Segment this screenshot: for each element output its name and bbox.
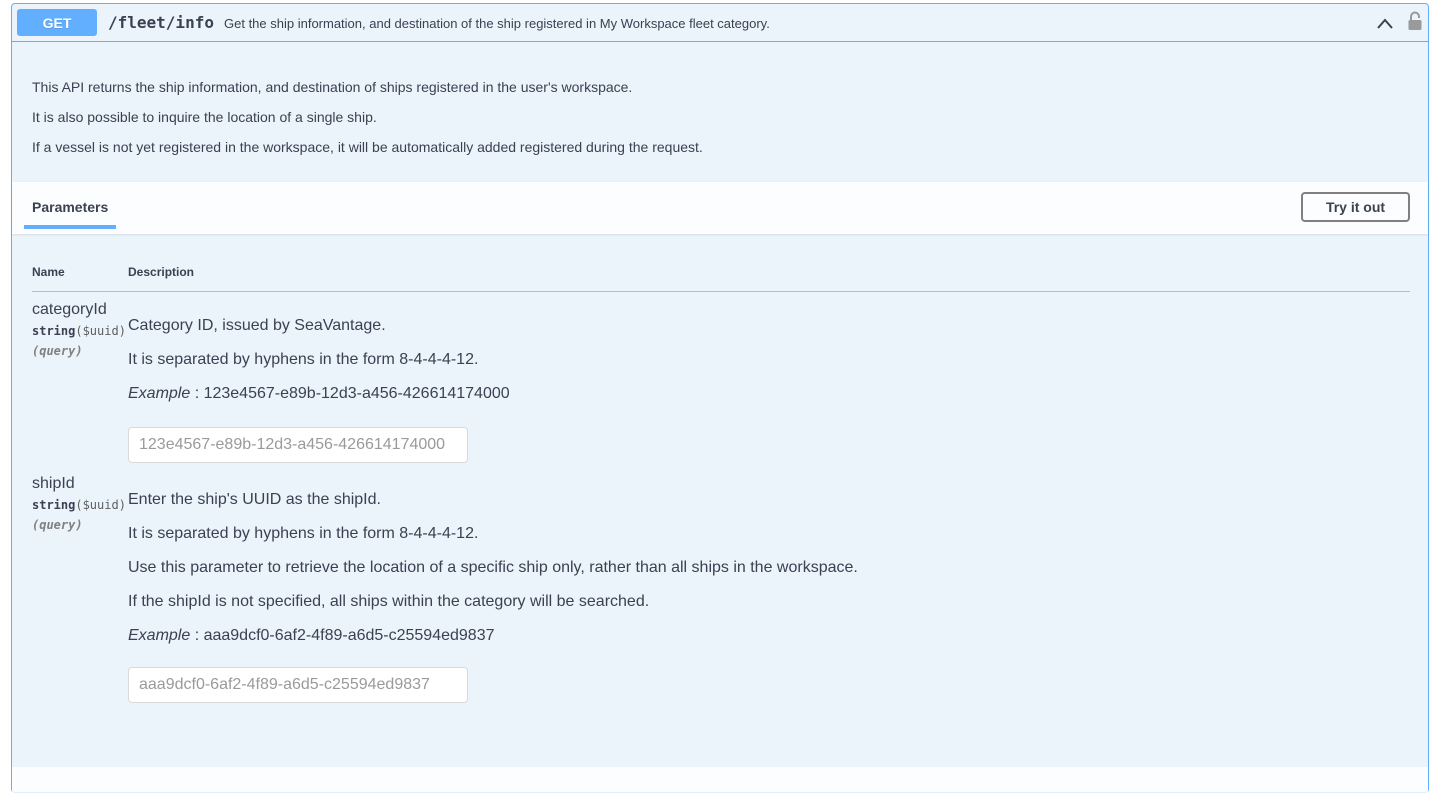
- operation-block: GET /fleet/info Get the ship information…: [11, 3, 1429, 797]
- param-format: ($uuid): [75, 498, 126, 512]
- param-location: (query): [32, 518, 83, 532]
- tab-parameters[interactable]: Parameters: [32, 199, 108, 215]
- parameters-header: Parameters Try it out: [12, 182, 1428, 234]
- param-description-shipid: Enter the ship's UUID as the shipId. It …: [128, 490, 858, 660]
- column-header-name: Name: [32, 265, 65, 279]
- description-line: It is also possible to inquire the locat…: [32, 109, 377, 125]
- responses-section-edge: [12, 767, 1428, 797]
- param-description-categoryid: Category ID, issued by SeaVantage. It is…: [128, 316, 510, 418]
- example-label: Example: [128, 385, 191, 402]
- example-value: : aaa9dcf0-6af2-4f89-a6d5-c25594ed9837: [190, 627, 495, 644]
- param-example: Example : 123e4567-e89b-12d3-a456-426614…: [128, 384, 510, 404]
- param-desc-line: It is separated by hyphens in the form 8…: [128, 351, 479, 368]
- description-line: This API returns the ship information, a…: [32, 79, 633, 95]
- column-header-description: Description: [128, 265, 195, 279]
- param-type: string($uuid): [32, 324, 126, 338]
- param-format: ($uuid): [75, 324, 126, 338]
- param-type-value: string: [32, 498, 76, 512]
- param-desc-line: Enter the ship's UUID as the shipId.: [128, 491, 381, 508]
- categoryid-input[interactable]: [128, 427, 468, 463]
- header-divider: [32, 291, 1410, 292]
- try-it-out-button[interactable]: Try it out: [1301, 192, 1410, 222]
- param-type: string($uuid): [32, 498, 126, 512]
- param-desc-line: Use this parameter to retrieve the locat…: [128, 559, 858, 576]
- param-example: Example : aaa9dcf0-6af2-4f89-a6d5-c25594…: [128, 626, 858, 646]
- operation-description: This API returns the ship information, a…: [32, 72, 703, 162]
- http-method-badge: GET: [17, 9, 97, 36]
- param-location: (query): [32, 344, 83, 358]
- description-line: If a vessel is not yet registered in the…: [32, 139, 703, 155]
- param-desc-line: If the shipId is not specified, all ship…: [128, 593, 650, 610]
- chevron-up-icon[interactable]: [1375, 15, 1395, 31]
- param-name-shipid: shipId: [32, 475, 75, 492]
- operation-summary[interactable]: GET /fleet/info Get the ship information…: [12, 4, 1428, 42]
- param-type-value: string: [32, 324, 76, 338]
- shipid-input[interactable]: [128, 667, 468, 703]
- tab-active-indicator: [24, 225, 116, 229]
- example-label: Example: [128, 627, 191, 644]
- operation-summary-text: Get the ship information, and destinatio…: [224, 16, 770, 31]
- lock-icon[interactable]: [1408, 11, 1422, 31]
- param-desc-line: Category ID, issued by SeaVantage.: [128, 317, 386, 334]
- param-name-categoryid: categoryId: [32, 301, 107, 318]
- example-value: : 123e4567-e89b-12d3-a456-426614174000: [190, 385, 510, 402]
- param-desc-line: It is separated by hyphens in the form 8…: [128, 525, 479, 542]
- endpoint-path: /fleet/info: [108, 13, 214, 32]
